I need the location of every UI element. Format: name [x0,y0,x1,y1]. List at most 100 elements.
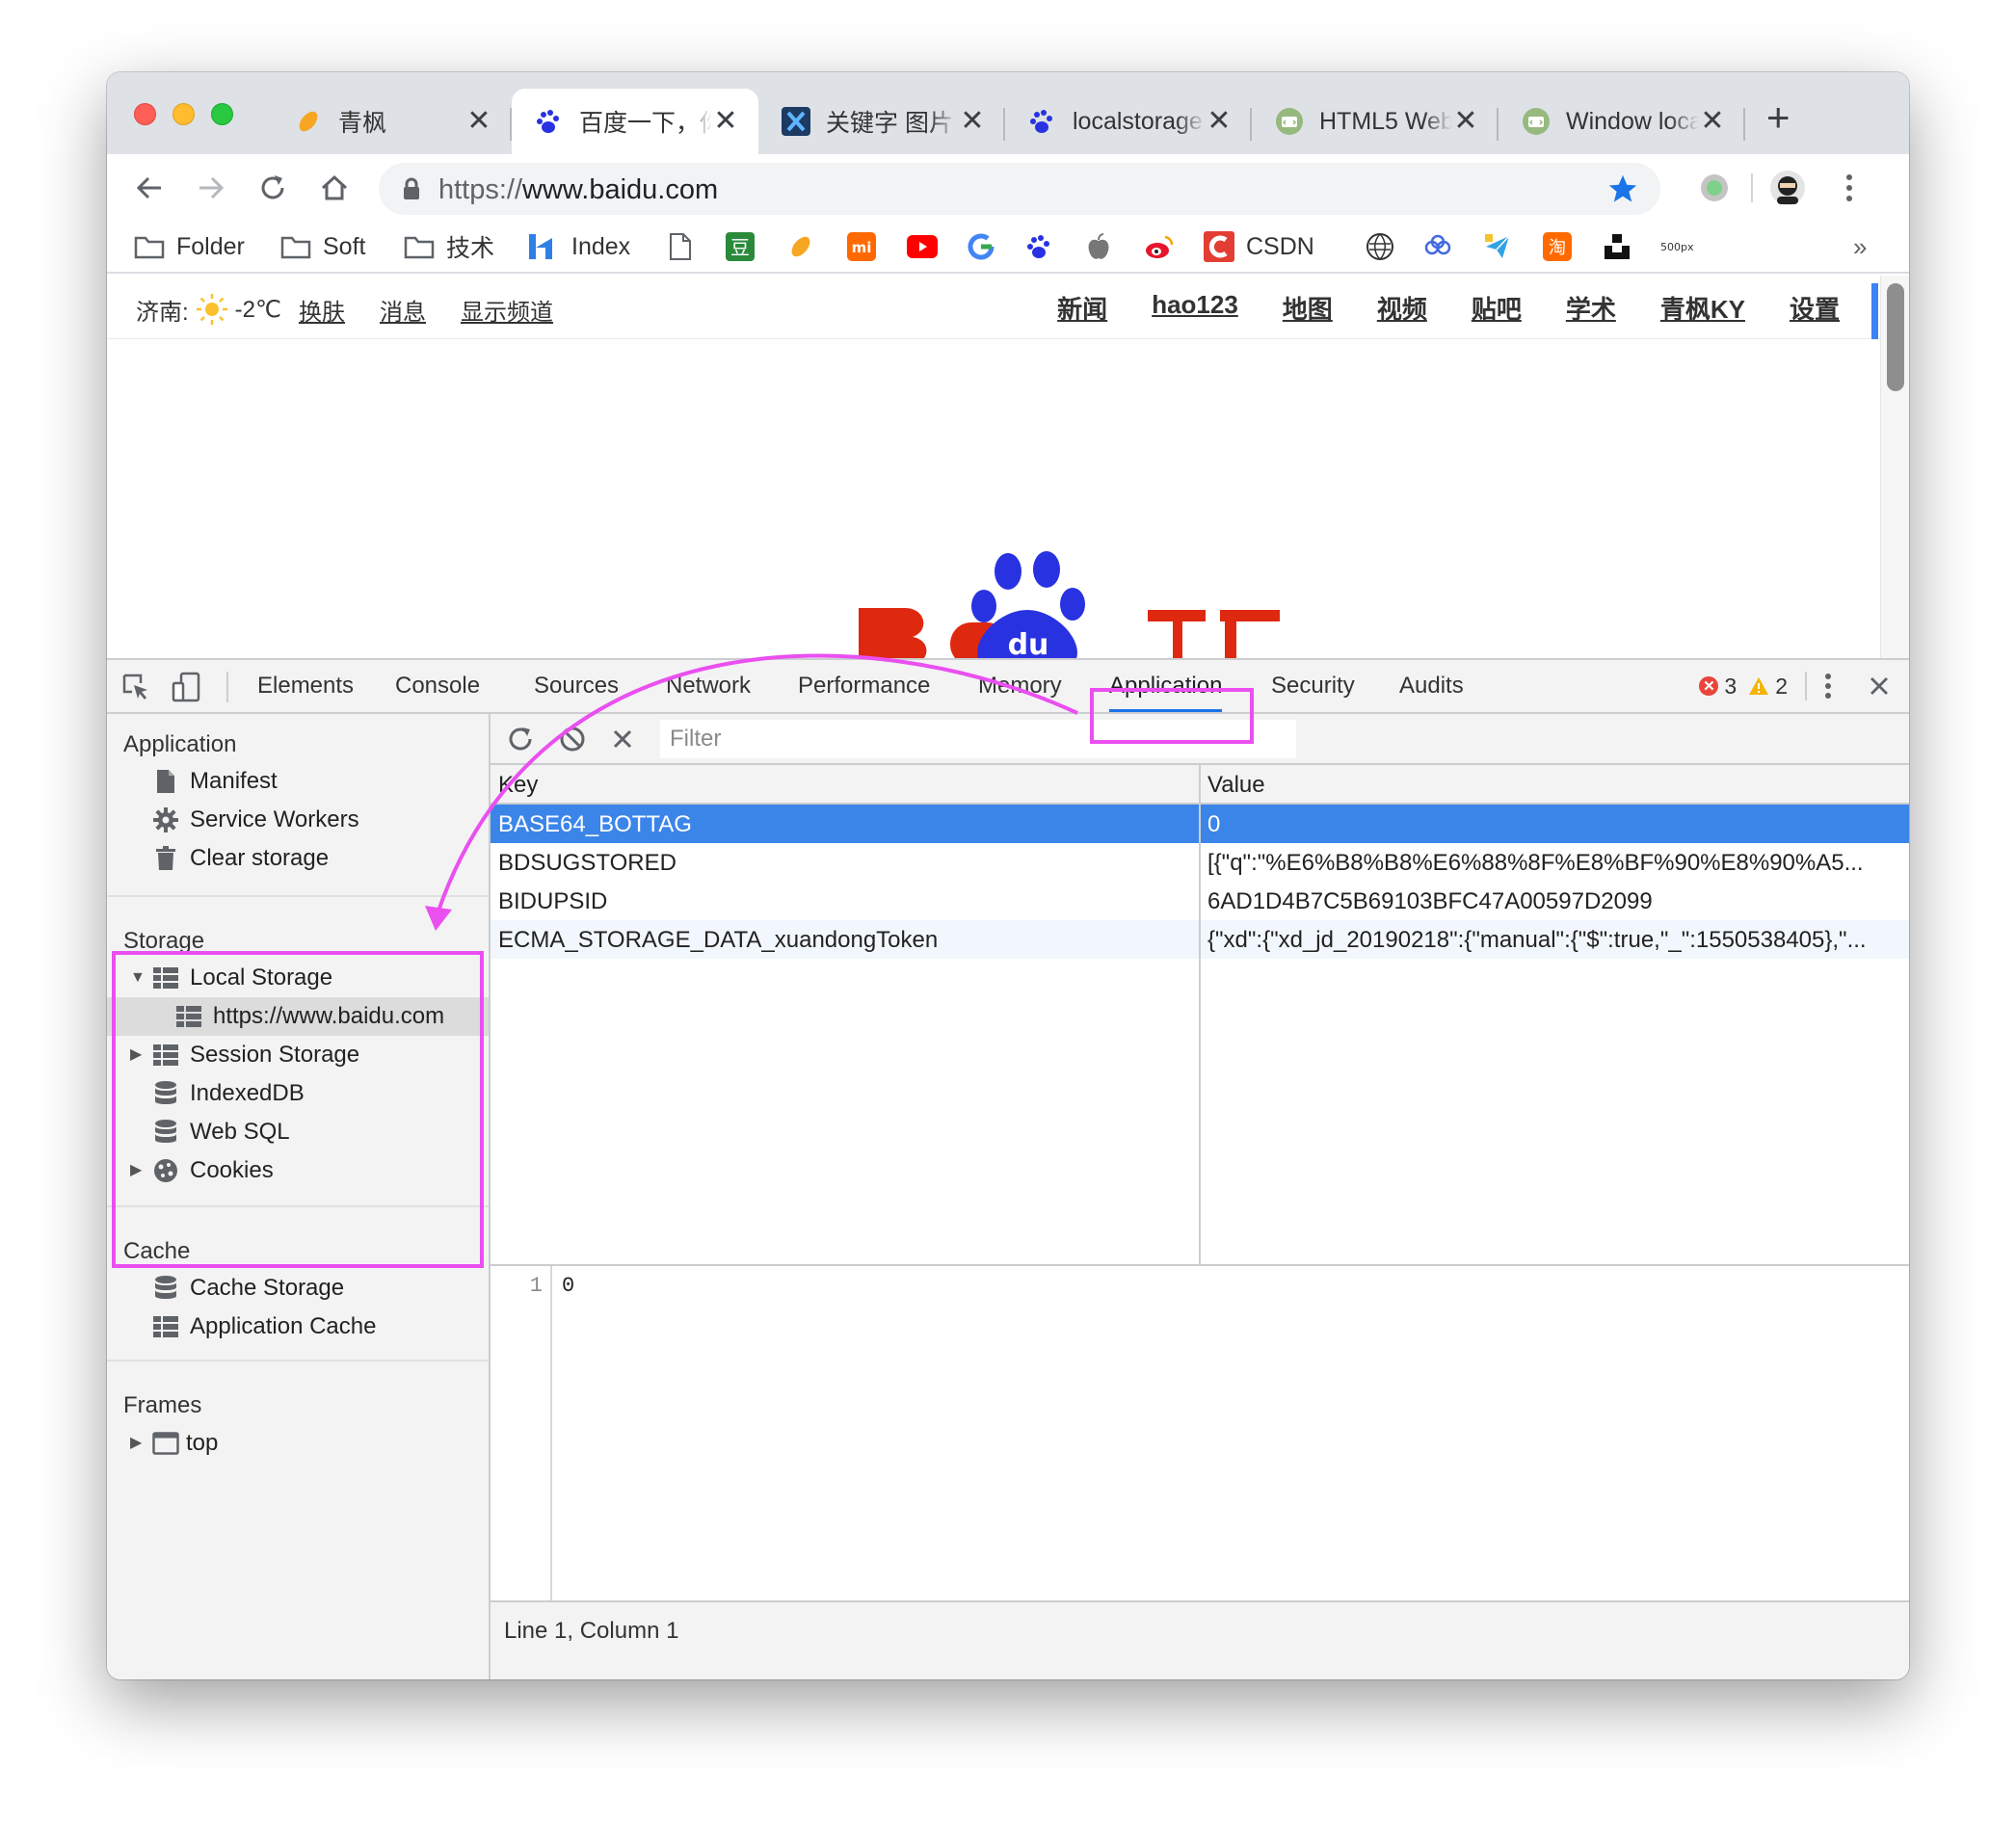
zoom-window-button[interactable] [211,103,233,125]
preview-code[interactable]: 0 [562,1274,574,1298]
delete-selected-button[interactable] [608,725,637,753]
skin-link[interactable]: 换肤 [299,293,345,327]
svg-text:du: du [1008,628,1049,658]
nav-video[interactable]: 视频 [1377,290,1427,326]
sidebar-item-manifest[interactable]: Manifest [107,762,489,801]
bookmark-youtube[interactable] [907,229,938,264]
line-gutter: 1 [491,1266,552,1600]
sidebar-item-service-workers[interactable]: Service Workers [107,801,489,839]
column-value[interactable]: Value [1207,772,1265,799]
error-count[interactable]: 3 [1724,674,1737,700]
bookmark-site-b[interactable] [1423,229,1452,264]
bookmark-tech[interactable]: 技术 [404,229,494,264]
reload-button[interactable] [253,169,292,207]
bookmark-douban[interactable]: 豆 [726,229,755,264]
bookmark-index[interactable]: Index [527,229,630,264]
section-application: Application [123,731,237,757]
line-number: 1 [529,1274,543,1298]
tab-performance[interactable]: Performance [798,660,930,712]
close-icon[interactable]: ✕ [712,107,739,136]
tab-network[interactable]: Network [666,660,751,712]
tab-html5[interactable]: HTML5 Web ✕ [1252,89,1499,154]
refresh-button[interactable] [506,725,535,753]
tab-security[interactable]: Security [1271,660,1355,712]
browser-menu-button[interactable] [1830,169,1869,207]
bookmark-site-c[interactable] [1483,229,1512,264]
extension-button[interactable] [1695,169,1734,207]
tab-console[interactable]: Console [395,660,480,712]
home-button[interactable] [315,169,354,207]
close-icon[interactable]: ✕ [1206,107,1233,136]
messages-link[interactable]: 消息 [380,293,426,327]
bookmark-taobao[interactable]: 淘 [1543,229,1572,264]
bookmark-apple[interactable] [1086,229,1111,264]
bookmark-google[interactable] [967,229,995,264]
sidebar-item-clear-storage[interactable]: Clear storage [107,839,489,878]
close-icon[interactable]: ✕ [959,107,986,136]
close-devtools-icon[interactable] [1869,675,1890,697]
address-bar[interactable]: https://www.baidu.com [379,163,1660,215]
forward-button[interactable] [192,169,230,207]
sidebar-item-cache-storage[interactable]: Cache Storage [107,1269,489,1308]
section-frames: Frames [123,1392,202,1418]
tab-audits[interactable]: Audits [1399,660,1464,712]
bookmark-unsplash[interactable] [1603,229,1631,264]
device-toolbar-icon[interactable] [171,672,201,702]
nav-settings[interactable]: 设置 [1790,290,1840,326]
tab-localstorage[interactable]: localstorage ✕ [1005,89,1252,154]
bookmark-folder[interactable]: Folder [134,229,245,264]
nav-tieba[interactable]: 贴吧 [1472,290,1522,326]
browser-window: 青枫 ✕ 百度一下，你就知道 ✕ 关键字 图片 ✕ localstorage ✕ [107,72,1909,1679]
devtools-status: ✕ 3 2 [1699,660,1890,712]
clear-all-button[interactable] [558,725,587,753]
tab-memory[interactable]: Memory [978,660,1062,712]
nav-hao123[interactable]: hao123 [1152,290,1238,326]
close-icon[interactable]: ✕ [1452,107,1479,136]
nav-news[interactable]: 新闻 [1057,290,1107,326]
profile-avatar[interactable] [1768,169,1807,207]
scrollbar-thumb[interactable] [1887,283,1904,391]
bookmark-csdn[interactable]: CSDN [1204,229,1314,264]
sidebar-item-application-cache[interactable]: Application Cache [107,1308,489,1346]
tab-baidu[interactable]: 百度一下，你就知道 ✕ [512,89,758,154]
x-logo-icon [782,107,810,136]
h-logo-icon [529,234,552,259]
tab-sources[interactable]: Sources [534,660,619,712]
sun-icon [196,294,227,325]
sidebar-item-frame-top[interactable]: ▶ top [107,1424,489,1463]
column-resizer[interactable] [1199,765,1201,1264]
new-tab-button[interactable]: + [1766,97,1791,138]
bookmark-site-a[interactable] [1366,229,1394,264]
collapsed-triangle-icon[interactable]: ▶ [130,1436,144,1451]
inspect-element-icon[interactable] [120,672,151,702]
close-window-button[interactable] [134,103,156,125]
bookmark-500px[interactable]: 500px [1660,229,1695,264]
bookmark-leaf[interactable] [787,229,814,264]
tab-elements[interactable]: Elements [257,660,354,712]
bookmark-weibo[interactable] [1144,229,1175,264]
page-scrollbar[interactable] [1880,276,1909,658]
bookmark-soft[interactable]: Soft [280,229,365,264]
close-icon[interactable]: ✕ [465,107,492,136]
more-vertical-icon[interactable] [1824,673,1832,700]
column-key[interactable]: Key [498,772,538,799]
nav-map[interactable]: 地图 [1283,290,1333,326]
channels-link[interactable]: 显示频道 [461,293,553,327]
back-button[interactable] [130,169,169,207]
nav-xueshu[interactable]: 学术 [1566,290,1616,326]
tab-title: 百度一下，你就知道 [579,110,712,137]
editor-status-bar: Line 1, Column 1 [491,1600,1909,1679]
bookmark-star-icon [1608,174,1637,202]
bookmarks-overflow[interactable]: » [1853,229,1867,264]
page-viewport: 济南: -2℃ 换肤 消息 显示频道 新闻 hao123 地图 视频 贴吧 学术… [107,276,1909,658]
minimize-window-button[interactable] [172,103,195,125]
bookmark-mi[interactable]: mi [847,229,876,264]
tab-keyword[interactable]: 关键字 图片 ✕ [758,89,1005,154]
tab-qingfeng[interactable]: 青枫 ✕ [271,89,512,154]
warning-count[interactable]: 2 [1775,674,1788,700]
bookmark-page[interactable] [668,229,693,264]
nav-user[interactable]: 青枫KY [1660,290,1745,326]
close-icon[interactable]: ✕ [1699,107,1726,136]
bookmark-baidu[interactable] [1026,229,1053,264]
tab-window-localstorage[interactable]: Window localStorage ✕ [1499,89,1745,154]
